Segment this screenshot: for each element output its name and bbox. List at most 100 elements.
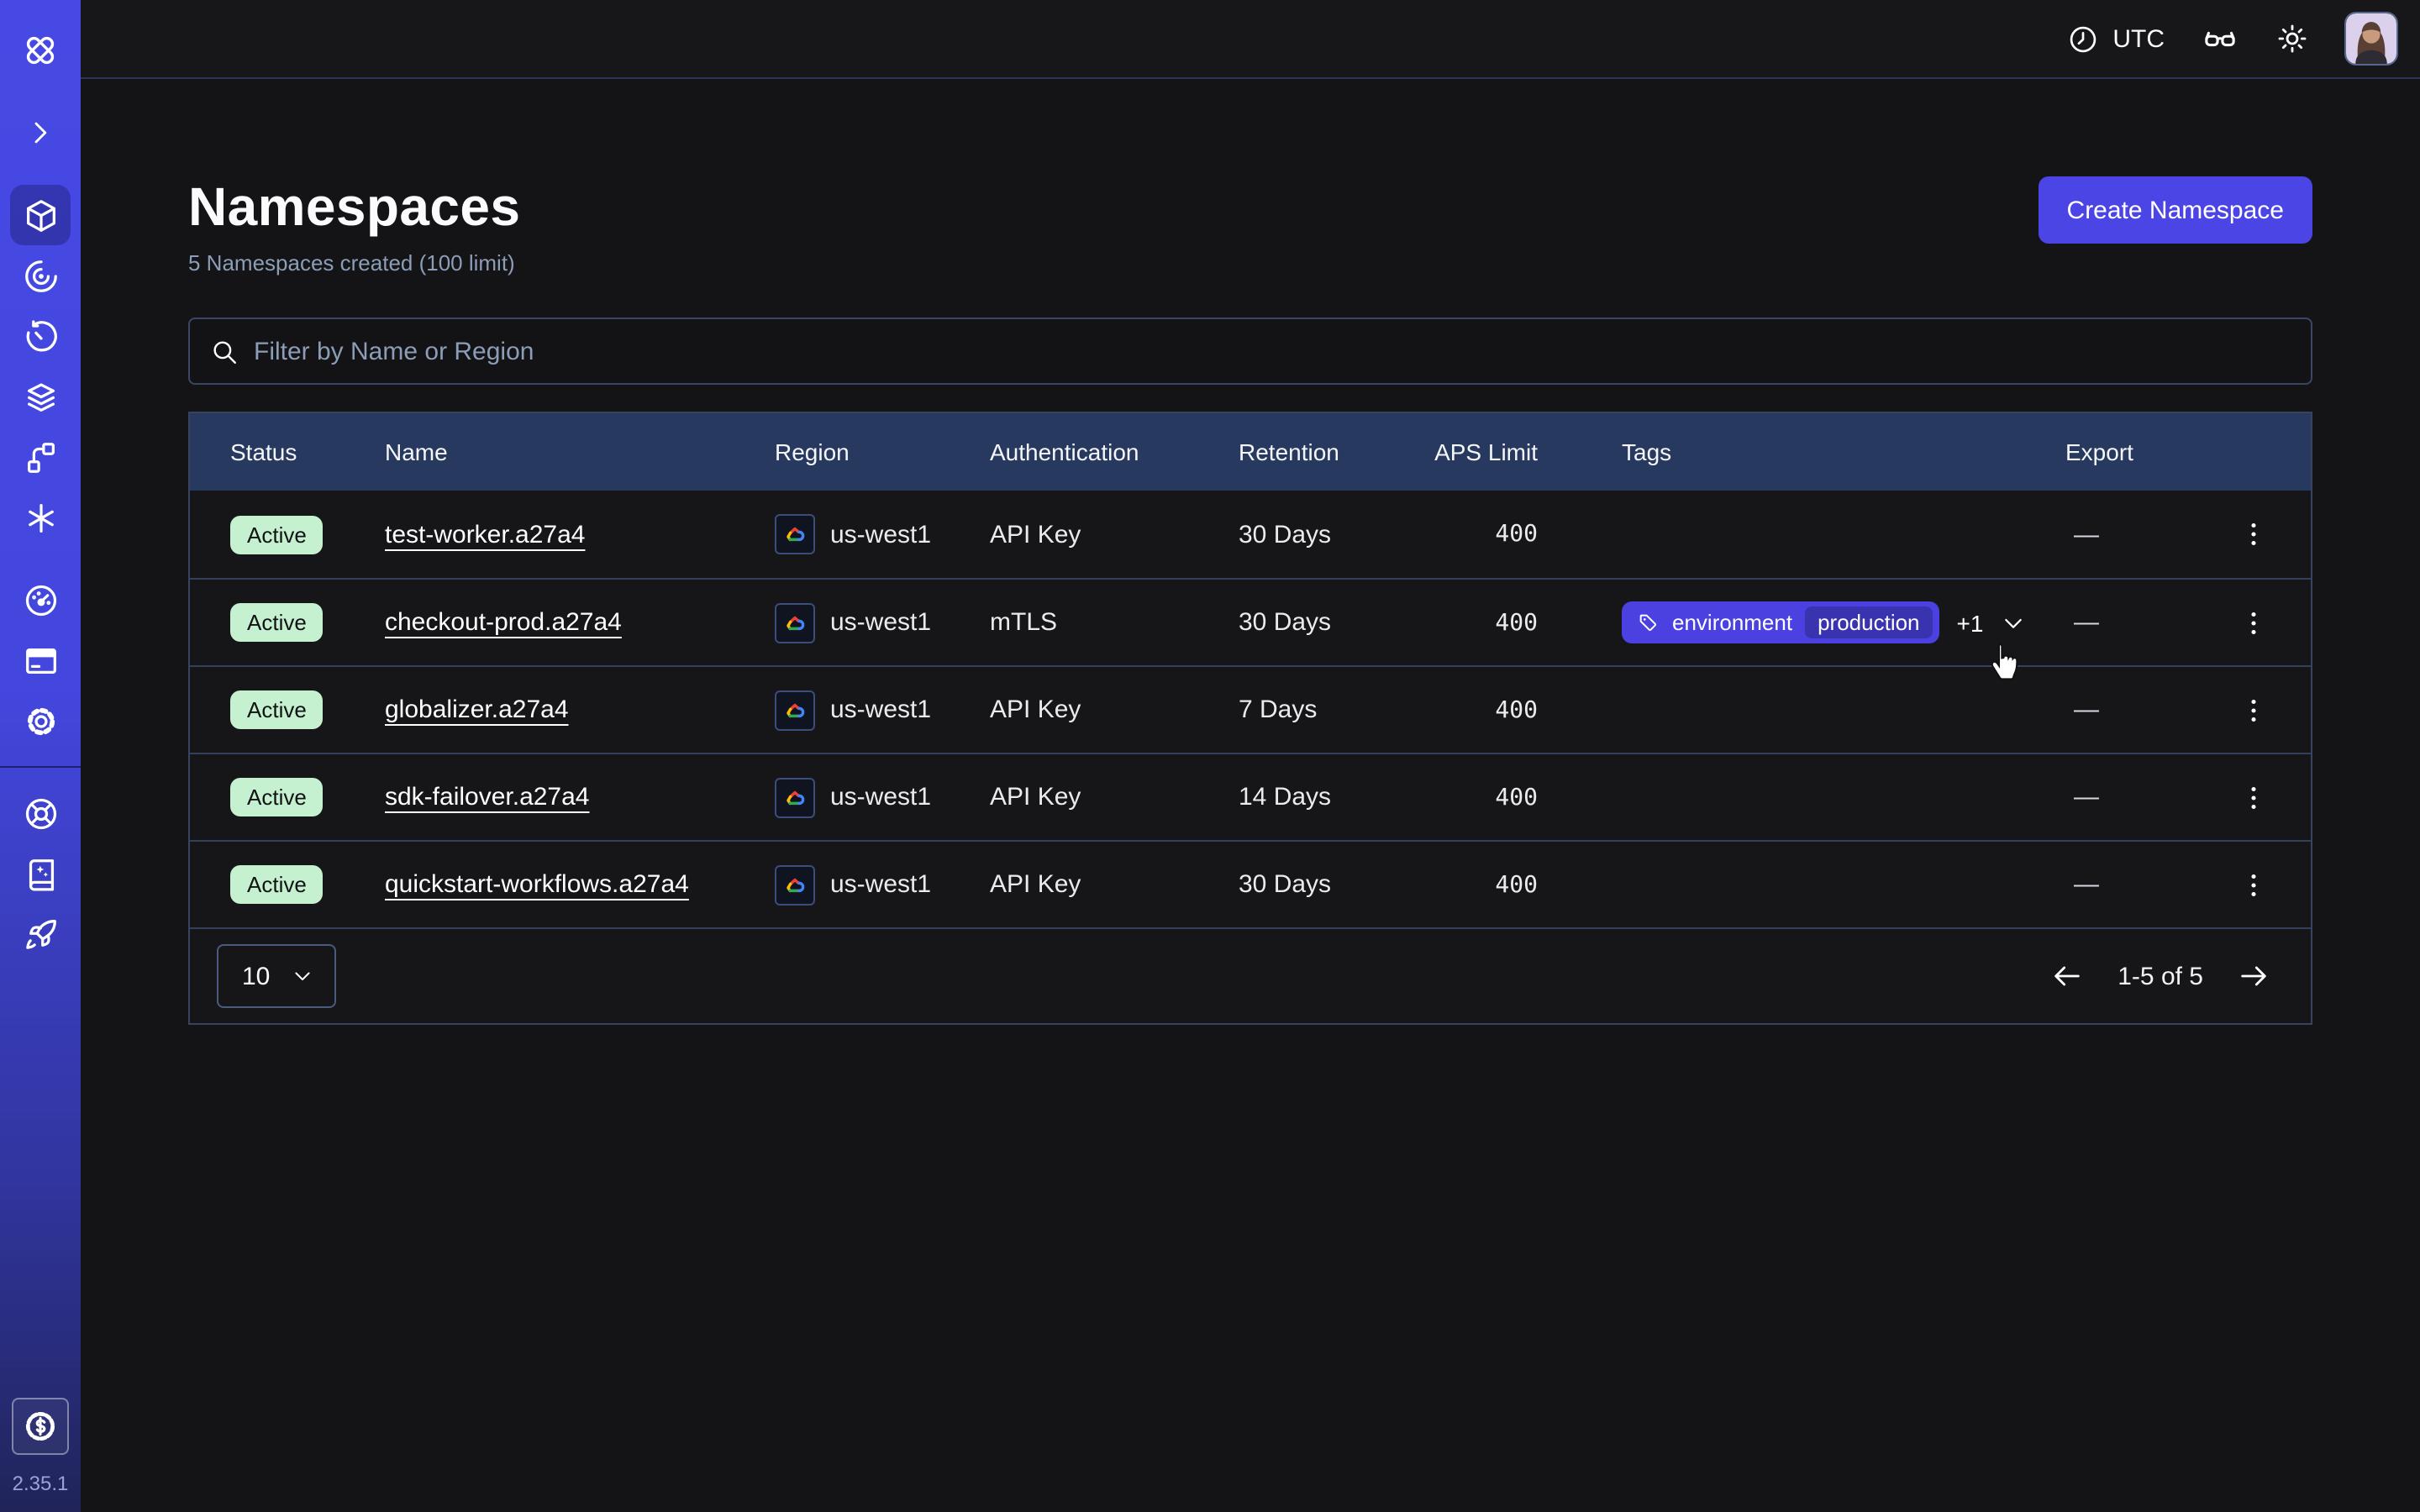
table-row[interactable]: Active quickstart-workflows.a27a4 us-wes… <box>190 840 2311 927</box>
timezone-selector[interactable]: UTC <box>2067 23 2165 55</box>
status-badge: Active <box>230 515 324 554</box>
aps-limit-value: 400 <box>1397 784 1538 811</box>
table-body: Active test-worker.a27a4 us-west1 API Ke… <box>190 491 2311 927</box>
page-title: Namespaces <box>188 173 520 240</box>
export-value: — <box>2032 870 2217 899</box>
row-actions-menu[interactable] <box>2217 695 2291 725</box>
theme-toggle[interactable] <box>2275 22 2309 55</box>
sidebar-item-namespaces[interactable] <box>10 185 71 245</box>
table-row[interactable]: Active checkout-prod.a27a4 us-west1 mTLS… <box>190 578 2311 665</box>
auth-method: API Key <box>990 520 1239 549</box>
temporal-logo[interactable] <box>10 20 71 81</box>
row-actions-menu[interactable] <box>2217 607 2291 638</box>
col-status: Status <box>230 438 385 465</box>
kebab-menu-icon <box>2238 782 2269 812</box>
auth-method: API Key <box>990 870 1239 899</box>
app-root: 2.35.1 UTC <box>0 0 2420 1512</box>
namespace-link[interactable]: checkout-prod.a27a4 <box>385 608 622 637</box>
expand-sidebar-icon[interactable] <box>10 102 71 163</box>
kebab-menu-icon <box>2238 519 2269 549</box>
chevron-down-icon <box>2000 609 2027 636</box>
arrow-left-icon <box>2050 959 2084 993</box>
gcp-region-icon <box>775 690 815 730</box>
timezone-label: UTC <box>2112 24 2165 53</box>
pricing-button[interactable] <box>12 1398 69 1455</box>
sidebar-item-workflows[interactable] <box>10 245 71 306</box>
sidebar-item-schedules[interactable] <box>10 306 71 366</box>
sidebar-item-support[interactable] <box>10 783 71 843</box>
region-label: us-west1 <box>830 608 931 637</box>
col-tags: Tags <box>1538 438 2032 465</box>
kebab-menu-icon <box>2238 607 2269 638</box>
sidebar-item-usage[interactable] <box>10 570 71 630</box>
kebab-menu-icon <box>2238 695 2269 725</box>
kebab-menu-icon <box>2238 869 2269 900</box>
export-value: — <box>2032 608 2217 637</box>
col-retention: Retention <box>1239 438 1397 465</box>
sidebar-item-billing[interactable] <box>10 630 71 690</box>
next-page-button[interactable] <box>2237 959 2270 993</box>
status-badge: Active <box>230 603 324 642</box>
sidebar-item-docs[interactable] <box>10 843 71 904</box>
col-export: Export <box>2032 438 2217 465</box>
pagination-range: 1-5 of 5 <box>2118 962 2203 990</box>
export-value: — <box>2032 783 2217 811</box>
gcp-region-icon <box>775 514 815 554</box>
aps-limit-value: 400 <box>1397 521 1538 548</box>
status-badge: Active <box>230 865 324 904</box>
auth-method: API Key <box>990 696 1239 724</box>
namespace-link[interactable]: globalizer.a27a4 <box>385 696 569 724</box>
tag-value: production <box>1804 606 1933 638</box>
prev-page-button[interactable] <box>2050 959 2084 993</box>
retention-value: 30 Days <box>1239 608 1397 637</box>
export-value: — <box>2032 696 2217 724</box>
aps-limit-value: 400 <box>1397 696 1538 723</box>
row-actions-menu[interactable] <box>2217 519 2291 549</box>
search-icon <box>210 337 239 365</box>
status-badge: Active <box>230 690 324 729</box>
row-actions-menu[interactable] <box>2217 782 2291 812</box>
tag-chip[interactable]: environment production <box>1622 601 1940 643</box>
page-subtitle: 5 Namespaces created (100 limit) <box>188 250 520 276</box>
gcp-region-icon <box>775 602 815 643</box>
sidebar-divider <box>0 766 81 768</box>
retention-value: 14 Days <box>1239 783 1397 811</box>
region-label: us-west1 <box>830 783 931 811</box>
labs-toggle[interactable] <box>2202 20 2238 57</box>
glasses-icon <box>2202 20 2238 57</box>
table-row[interactable]: Active sdk-failover.a27a4 us-west1 API K… <box>190 753 2311 840</box>
sidebar: 2.35.1 <box>0 0 81 1512</box>
sun-icon <box>2275 22 2309 55</box>
row-actions-menu[interactable] <box>2217 869 2291 900</box>
table-header-row: Status Name Region Authentication Retent… <box>190 413 2311 491</box>
col-region: Region <box>775 438 990 465</box>
tag-more-count: +1 <box>1957 609 1984 636</box>
namespace-link[interactable]: test-worker.a27a4 <box>385 520 585 549</box>
region-label: us-west1 <box>830 520 931 549</box>
page-size-value: 10 <box>242 962 270 990</box>
filter-bar[interactable] <box>188 318 2312 385</box>
user-avatar[interactable] <box>2346 13 2396 64</box>
table-footer: 10 1-5 of 5 <box>190 927 2311 1023</box>
sidebar-item-settings[interactable] <box>10 690 71 751</box>
tags-expand-chevron[interactable] <box>2000 609 2027 636</box>
arrow-right-icon <box>2237 959 2270 993</box>
sidebar-item-getting-started[interactable] <box>10 904 71 964</box>
dollar-seal-icon <box>22 1408 59 1445</box>
filter-input[interactable] <box>254 337 2291 365</box>
export-value: — <box>2032 520 2217 549</box>
col-authentication: Authentication <box>990 438 1239 465</box>
chevron-down-icon <box>290 964 313 988</box>
table-row[interactable]: Active globalizer.a27a4 us-west1 API Key… <box>190 665 2311 753</box>
namespace-link[interactable]: sdk-failover.a27a4 <box>385 783 590 811</box>
aps-limit-value: 400 <box>1397 871 1538 898</box>
retention-value: 30 Days <box>1239 520 1397 549</box>
aps-limit-value: 400 <box>1397 609 1538 636</box>
sidebar-item-batch-operations[interactable] <box>10 487 71 548</box>
sidebar-item-deployments[interactable] <box>10 366 71 427</box>
page-size-select[interactable]: 10 <box>217 944 335 1008</box>
table-row[interactable]: Active test-worker.a27a4 us-west1 API Ke… <box>190 491 2311 578</box>
sidebar-item-nexus[interactable] <box>10 427 71 487</box>
namespace-link[interactable]: quickstart-workflows.a27a4 <box>385 870 689 899</box>
create-namespace-button[interactable]: Create Namespace <box>2039 176 2312 244</box>
